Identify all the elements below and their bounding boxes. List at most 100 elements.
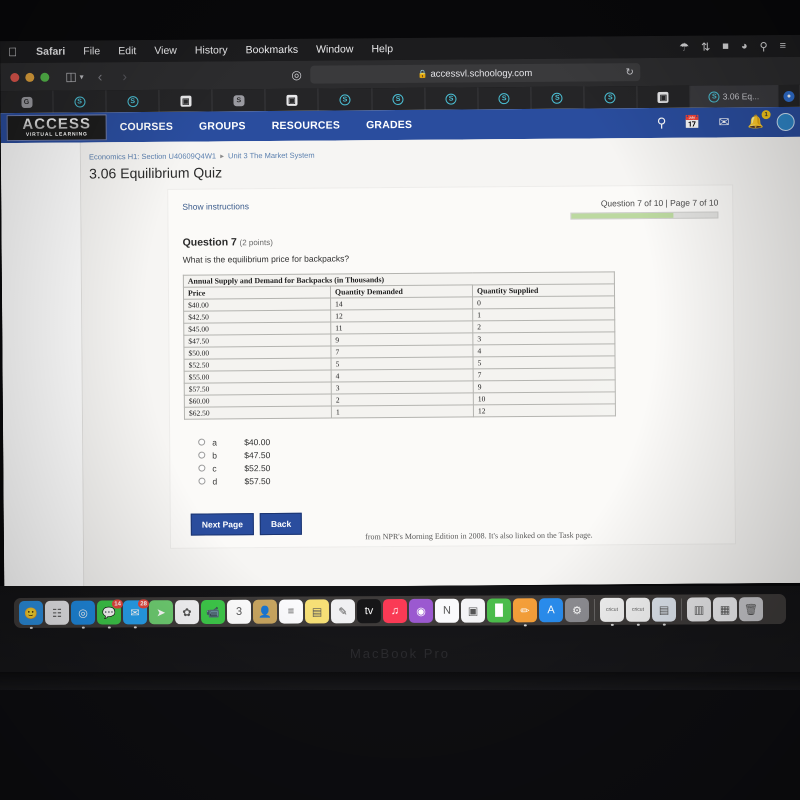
dock-icon-glyph: ✎ — [338, 605, 348, 618]
dock-icon-reminders[interactable]: ≡ — [278, 599, 304, 624]
dock-icon-window-doc[interactable]: ▥ — [686, 597, 712, 622]
nav-item-resources[interactable]: RESOURCES — [259, 119, 353, 132]
dock-icon-messages[interactable]: 💬 14 — [96, 599, 123, 629]
tab-15[interactable]: ● — [778, 84, 800, 108]
access-virtual-learning-logo[interactable]: ACCESS VIRTUAL LEARNING — [6, 114, 107, 142]
tab-11[interactable]: S — [531, 86, 585, 109]
tab-10[interactable]: S — [478, 86, 532, 110]
dock-icon-notes[interactable]: ▤ — [304, 599, 330, 624]
dock-icon-trash[interactable]: 🗑 — [738, 597, 764, 622]
table-row: $62.50 1 12 — [184, 403, 616, 420]
bluetooth-icon[interactable]: ⇅ — [695, 40, 716, 53]
show-instructions-link[interactable]: Show instructions — [182, 201, 249, 212]
dock-icon-apple-tv[interactable]: tv — [356, 599, 382, 624]
breadcrumb: Economics H1: Section U40609Q4W1 ▸ Unit … — [89, 147, 800, 162]
table-head: Annual Supply and Demand for Backpacks (… — [183, 271, 615, 300]
breadcrumb-course[interactable]: Economics H1: Section U40609Q4W1 — [89, 151, 216, 161]
next-page-button[interactable]: Next Page — [190, 513, 255, 536]
battery-icon[interactable]: ■ — [716, 40, 735, 52]
dock-icon-safari[interactable]: ◎ — [70, 600, 96, 629]
sidebar-toggle-icon[interactable]: ◫ ▾ — [65, 69, 84, 84]
tab-12[interactable]: S — [584, 86, 638, 109]
menu-item-file[interactable]: File — [74, 45, 109, 57]
back-button[interactable]: Back — [259, 512, 303, 536]
notifications-icon[interactable]: 🔔 1 — [738, 110, 772, 130]
dock-icon-keynote[interactable]: ▣ — [460, 598, 486, 623]
tab-8[interactable]: S — [371, 87, 426, 111]
table-cell: 4 — [331, 368, 474, 383]
dock-icon-freeform[interactable]: ✎ — [330, 599, 356, 624]
table-body: $40.00 14 0 $42.50 12 1 $45.00 11 2 $47.50 9 3 $50.0… — [183, 295, 616, 420]
menu-item-window[interactable]: Window — [307, 43, 362, 55]
dock-icon-calendar[interactable]: 3 — [226, 599, 252, 624]
forward-button[interactable]: › — [116, 68, 133, 84]
list-icon[interactable]: ≡ — [774, 40, 793, 52]
quiz-card-header: Show instructions Question 7 of 10 | Pag… — [182, 198, 719, 223]
dock-icon-finder[interactable]: 🙂 — [18, 600, 44, 629]
tab-13[interactable]: ▣ — [637, 85, 691, 109]
tab-5[interactable]: S — [212, 89, 266, 112]
radio-button[interactable] — [198, 477, 206, 485]
menu-item-edit[interactable]: Edit — [109, 45, 145, 57]
tab-3[interactable]: S — [106, 89, 160, 113]
dock-icon-news[interactable]: N — [434, 598, 460, 623]
radio-button[interactable] — [198, 438, 206, 446]
reload-icon[interactable]: ↻ — [625, 67, 633, 78]
dock-icon-cricut-access[interactable]: cricut — [625, 597, 651, 626]
menu-item-bookmarks[interactable]: Bookmarks — [236, 44, 307, 57]
radio-button[interactable] — [198, 464, 206, 472]
dock-icon-system-settings[interactable]: ⚙ — [564, 598, 590, 623]
wifi-icon[interactable]: ◕ — [735, 40, 754, 52]
dock-icon-facetime[interactable]: 📹 — [200, 599, 226, 625]
dock-icon-music[interactable]: ♫ — [382, 598, 408, 624]
breadcrumb-unit[interactable]: Unit 3 The Market System — [228, 151, 315, 161]
tab-1[interactable]: G — [0, 90, 54, 114]
dock-icon-podcasts[interactable]: ◉ — [408, 598, 434, 623]
back-button[interactable]: ‹ — [92, 68, 109, 84]
minimize-window-button[interactable] — [25, 72, 35, 82]
menu-item-safari[interactable]: Safari — [27, 46, 74, 58]
search-icon[interactable]: ⚲ — [648, 115, 676, 131]
dock-icon-app-store[interactable]: A — [538, 598, 564, 623]
dock-icon-mail[interactable]: ✉ 28 — [122, 599, 149, 629]
menu-item-help[interactable]: Help — [362, 43, 402, 55]
dock-icon-maps[interactable]: ➤ — [148, 600, 174, 625]
menu-item-view[interactable]: View — [145, 45, 186, 57]
radio-button[interactable] — [198, 451, 206, 459]
menu-item-history[interactable]: History — [186, 44, 237, 56]
apple-menu-icon[interactable]:  — [8, 45, 17, 59]
dock-icon-presentation-doc[interactable]: ▤ — [651, 597, 677, 626]
tab-active-equilibrium-quiz[interactable]: S 3.06 Eq... — [690, 85, 779, 108]
dock-icon-numbers[interactable]: █ — [486, 598, 512, 623]
dock-icon-cricut-design-space[interactable]: cricut — [599, 597, 625, 626]
nav-item-grades[interactable]: GRADES — [353, 119, 425, 132]
privacy-report-icon[interactable]: ◎ — [291, 68, 302, 82]
calendar-icon[interactable]: 📅 — [675, 115, 709, 131]
dock-icon-glyph: ▥ — [693, 603, 705, 616]
zoom-window-button[interactable] — [40, 72, 50, 82]
nav-item-groups[interactable]: GROUPS — [186, 120, 259, 133]
chevron-down-icon[interactable]: ▾ — [80, 72, 84, 81]
answer-option-d[interactable]: d $57.50 — [198, 470, 720, 487]
tab-9[interactable]: S — [425, 87, 479, 110]
tab-6[interactable]: ▣ — [265, 88, 320, 112]
spotlight-search-icon[interactable]: ⚲ — [754, 40, 774, 53]
dock-icon-pages[interactable]: ✏ — [512, 598, 538, 627]
close-window-button[interactable] — [10, 72, 20, 82]
dock-icon-contacts[interactable]: 👤 — [252, 599, 278, 624]
favicon-generic-icon: S — [233, 94, 245, 106]
dock-icon-photos[interactable]: ✿ — [174, 600, 200, 625]
progress-bar — [570, 211, 719, 220]
messages-icon[interactable]: ✉ — [710, 114, 739, 130]
address-bar[interactable]: 🔒 accessvl.schoology.com ↻ — [309, 63, 640, 84]
tab-7[interactable]: S — [318, 88, 373, 111]
dock-icon-glyph: ✏ — [520, 604, 530, 617]
tab-2[interactable]: S — [53, 90, 107, 113]
window-traffic-lights[interactable] — [10, 72, 50, 82]
tab-4[interactable]: ▣ — [159, 89, 213, 112]
user-avatar[interactable] — [776, 112, 795, 132]
dock-icon-spreadsheet-doc[interactable]: ▦ — [712, 597, 738, 622]
nav-item-courses[interactable]: COURSES — [107, 121, 186, 134]
control-center-icon[interactable]: ☂ — [673, 40, 695, 53]
dock-icon-launchpad[interactable]: ☷ — [44, 600, 70, 625]
